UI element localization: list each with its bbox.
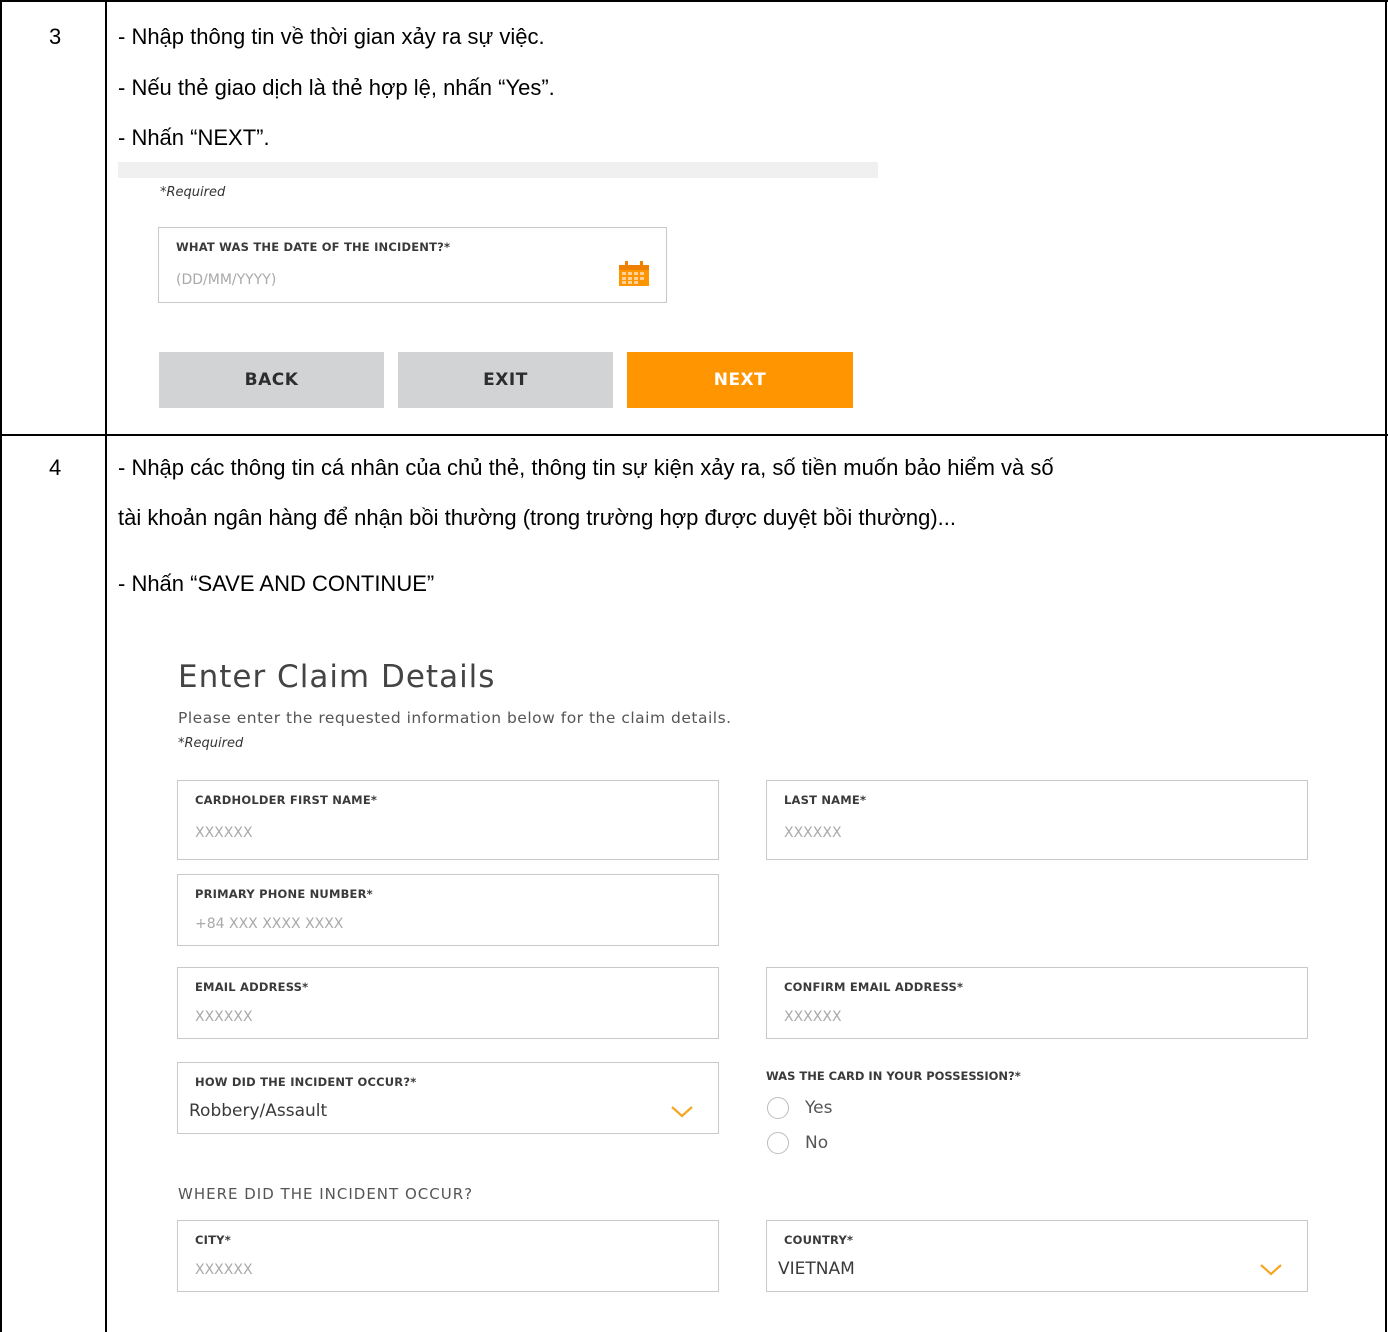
- field-label: COUNTRY*: [784, 1233, 854, 1247]
- field-label: CITY*: [195, 1233, 231, 1247]
- confirm-email-field[interactable]: CONFIRM EMAIL ADDRESS* XXXXXX: [766, 967, 1308, 1039]
- radio-no-label: No: [805, 1133, 829, 1153]
- instruction-table: 3 - Nhập thông tin về thời gian xảy ra s…: [0, 0, 1388, 1332]
- radio-no[interactable]: [767, 1132, 789, 1154]
- form-subtitle: Please enter the requested information b…: [178, 709, 732, 727]
- field-value: XXXXXX: [195, 1262, 253, 1278]
- field-label: CONFIRM EMAIL ADDRESS*: [784, 980, 964, 994]
- field-value: +84 XXX XXXX XXXX: [195, 916, 344, 932]
- phone-field[interactable]: PRIMARY PHONE NUMBER* +84 XXX XXXX XXXX: [177, 874, 719, 946]
- required-note: *Required: [160, 185, 226, 200]
- field-label: LAST NAME*: [784, 793, 867, 807]
- first-name-field[interactable]: CARDHOLDER FIRST NAME* XXXXXX: [177, 780, 719, 860]
- field-label: CARDHOLDER FIRST NAME*: [195, 793, 378, 807]
- field-value: XXXXXX: [195, 825, 253, 841]
- screenshot-top-bar: [118, 162, 878, 178]
- column-divider: [105, 0, 107, 1332]
- exit-button[interactable]: EXIT: [398, 352, 613, 408]
- radio-yes[interactable]: [767, 1097, 789, 1119]
- field-label: WHAT WAS THE DATE OF THE INCIDENT?*: [176, 240, 451, 254]
- instruction-line: - Nhập thông tin về thời gian xảy ra sự …: [118, 24, 545, 49]
- table-left-border: [0, 0, 2, 1332]
- next-button[interactable]: NEXT: [627, 352, 853, 408]
- required-note: *Required: [178, 736, 244, 751]
- incident-date-field[interactable]: WHAT WAS THE DATE OF THE INCIDENT?* (DD/…: [158, 227, 667, 303]
- field-value: XXXXXX: [784, 825, 842, 841]
- back-button[interactable]: BACK: [159, 352, 384, 408]
- field-label: EMAIL ADDRESS*: [195, 980, 309, 994]
- selected-value: VIETNAM: [778, 1259, 855, 1279]
- incident-type-select[interactable]: HOW DID THE INCIDENT OCCUR?* Robbery/Ass…: [177, 1062, 719, 1134]
- field-label: HOW DID THE INCIDENT OCCUR?*: [195, 1075, 417, 1089]
- table-top-border: [0, 0, 1388, 2]
- chevron-down-icon: [671, 1106, 693, 1118]
- chevron-down-icon: [1260, 1264, 1282, 1276]
- field-label: PRIMARY PHONE NUMBER*: [195, 887, 373, 901]
- form-title: Enter Claim Details: [178, 659, 496, 695]
- last-name-field[interactable]: LAST NAME* XXXXXX: [766, 780, 1308, 860]
- where-heading: WHERE DID THE INCIDENT OCCUR?: [178, 1185, 474, 1203]
- field-value: XXXXXX: [195, 1009, 253, 1025]
- date-placeholder: (DD/MM/YYYY): [176, 272, 277, 288]
- country-select[interactable]: COUNTRY* VIETNAM: [766, 1220, 1308, 1292]
- instruction-line: tài khoản ngân hàng để nhận bồi thường (…: [118, 505, 957, 530]
- radio-yes-label: Yes: [805, 1098, 833, 1118]
- table-right-border: [1385, 0, 1387, 1332]
- instruction-line: - Nếu thẻ giao dịch là thẻ hợp lệ, nhấn …: [118, 75, 555, 100]
- city-field[interactable]: CITY* XXXXXX: [177, 1220, 719, 1292]
- row-divider: [0, 434, 1388, 436]
- field-value: XXXXXX: [784, 1009, 842, 1025]
- instruction-line: - Nhập các thông tin cá nhân của chủ thẻ…: [118, 455, 1054, 480]
- calendar-icon[interactable]: [618, 260, 650, 287]
- instruction-line: - Nhấn “SAVE AND CONTINUE”: [118, 571, 435, 596]
- email-field[interactable]: EMAIL ADDRESS* XXXXXX: [177, 967, 719, 1039]
- step-number: 3: [49, 24, 62, 49]
- selected-value: Robbery/Assault: [189, 1101, 328, 1121]
- possession-question: WAS THE CARD IN YOUR POSSESSION?*: [766, 1069, 1021, 1083]
- step-number: 4: [49, 455, 62, 480]
- instruction-line: - Nhấn “NEXT”.: [118, 125, 270, 150]
